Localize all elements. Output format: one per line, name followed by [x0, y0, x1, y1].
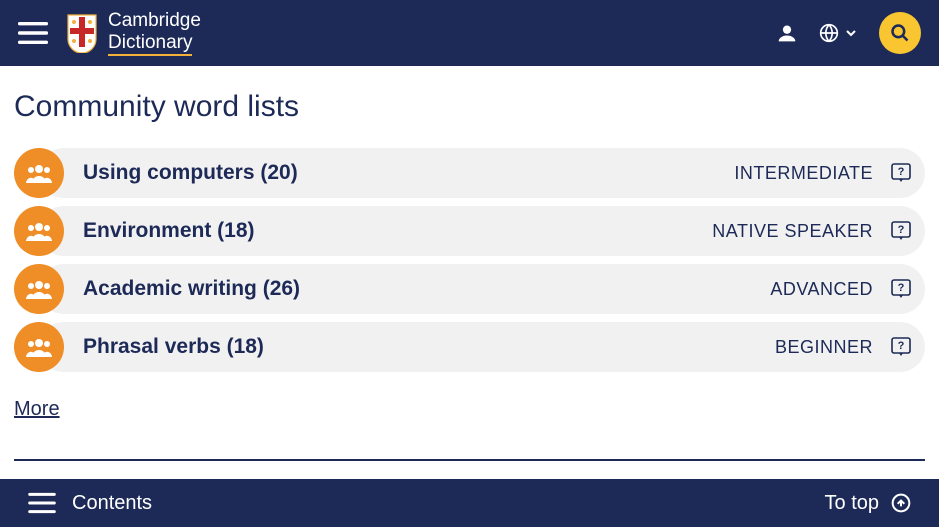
to-top-label: To top — [825, 492, 879, 515]
list-item-bar[interactable]: Phrasal verbs (18) BEGINNER ? — [39, 322, 925, 372]
list-item: Phrasal verbs (18) BEGINNER ? — [14, 322, 925, 372]
community-icon-button[interactable] — [14, 264, 64, 314]
help-icon: ? — [891, 279, 911, 299]
search-button[interactable] — [879, 12, 921, 54]
help-button[interactable]: ? — [891, 337, 911, 357]
footer: Contents To top — [0, 479, 939, 527]
arrow-up-circle-icon — [891, 493, 911, 513]
header-actions — [777, 12, 921, 54]
divider — [14, 459, 925, 461]
hamburger-icon — [18, 21, 48, 45]
hamburger-icon — [28, 492, 56, 514]
help-button[interactable]: ? — [891, 221, 911, 241]
search-icon — [890, 23, 910, 43]
community-icon-button[interactable] — [14, 206, 64, 256]
contents-label: Contents — [72, 492, 152, 515]
more-link[interactable]: More — [14, 398, 60, 421]
menu-button[interactable] — [18, 21, 48, 45]
list-item-bar[interactable]: Environment (18) NATIVE SPEAKER ? — [39, 206, 925, 256]
user-button[interactable] — [777, 23, 797, 43]
globe-icon — [819, 23, 839, 43]
svg-text:?: ? — [898, 340, 905, 352]
list-item-title: Phrasal verbs (18) — [83, 335, 264, 359]
list-item-title: Academic writing (26) — [83, 277, 300, 301]
help-icon: ? — [891, 163, 911, 183]
list-item-bar[interactable]: Academic writing (26) ADVANCED ? — [39, 264, 925, 314]
contents-button[interactable]: Contents — [28, 492, 152, 515]
list-item-title: Environment (18) — [83, 219, 255, 243]
svg-text:?: ? — [898, 282, 905, 294]
word-lists: Using computers (20) INTERMEDIATE ? — [14, 148, 925, 372]
users-icon — [26, 221, 52, 241]
to-top-button[interactable]: To top — [825, 492, 911, 515]
list-item-level: ADVANCED — [770, 279, 873, 300]
language-button[interactable] — [819, 23, 857, 43]
header: Cambridge Dictionary — [0, 0, 939, 66]
brand-line2: Dictionary — [108, 32, 192, 57]
list-item-level: INTERMEDIATE — [734, 163, 873, 184]
user-icon — [777, 23, 797, 43]
help-icon: ? — [891, 221, 911, 241]
brand-line1: Cambridge — [108, 10, 201, 32]
list-item-level: BEGINNER — [775, 337, 873, 358]
brand-logo[interactable]: Cambridge Dictionary — [66, 10, 201, 57]
main-content: Community word lists Using computers (20… — [0, 66, 939, 481]
help-icon: ? — [891, 337, 911, 357]
page-title: Community word lists — [14, 90, 925, 124]
list-item: Environment (18) NATIVE SPEAKER ? — [14, 206, 925, 256]
community-icon-button[interactable] — [14, 148, 64, 198]
users-icon — [26, 279, 52, 299]
list-item: Using computers (20) INTERMEDIATE ? — [14, 148, 925, 198]
list-item: Academic writing (26) ADVANCED ? — [14, 264, 925, 314]
help-button[interactable]: ? — [891, 279, 911, 299]
shield-icon — [66, 13, 98, 53]
community-icon-button[interactable] — [14, 322, 64, 372]
list-item-bar[interactable]: Using computers (20) INTERMEDIATE ? — [39, 148, 925, 198]
svg-text:?: ? — [898, 166, 905, 178]
users-icon — [26, 337, 52, 357]
users-icon — [26, 163, 52, 183]
svg-text:?: ? — [898, 224, 905, 236]
chevron-down-icon — [845, 27, 857, 39]
list-item-level: NATIVE SPEAKER — [712, 221, 873, 242]
help-button[interactable]: ? — [891, 163, 911, 183]
list-item-title: Using computers (20) — [83, 161, 298, 185]
brand-text: Cambridge Dictionary — [108, 10, 201, 57]
